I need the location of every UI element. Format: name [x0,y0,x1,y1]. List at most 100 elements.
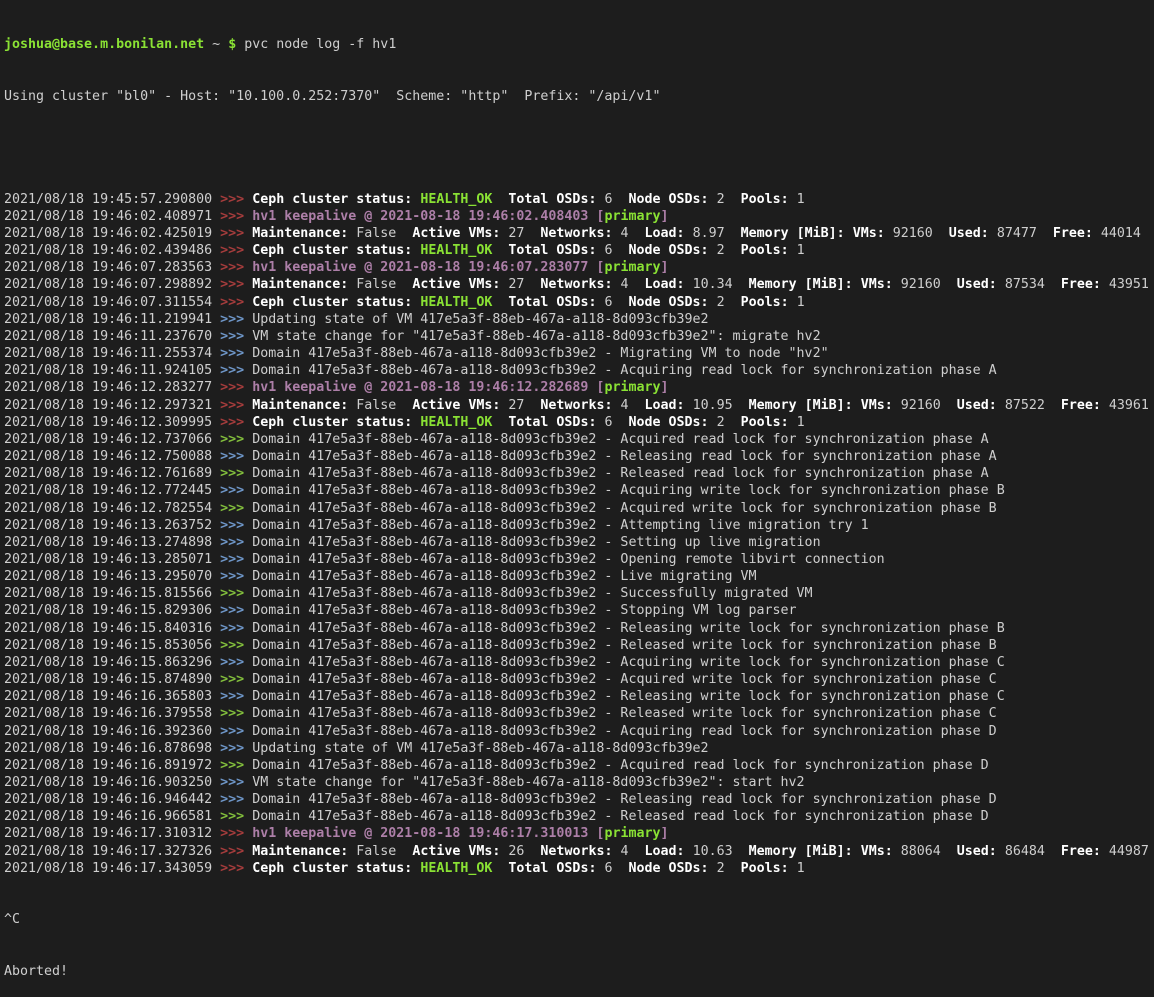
log-marker: >>> [220,741,252,756]
log-message: Domain 417e5a3f-88eb-467a-a118-8d093cfb3… [252,483,1005,498]
log-marker: >>> [220,586,252,601]
log-message: Domain 417e5a3f-88eb-467a-a118-8d093cfb3… [252,706,997,721]
log-marker: >>> [220,826,252,841]
log-line-event: 2021/08/18 19:46:16.966581 >>> Domain 41… [4,808,1154,825]
log-marker: >>> [220,226,252,241]
log-text: [ [596,826,604,841]
log-text: 88064 [901,844,957,859]
log-marker: >>> [220,603,252,618]
log-marker: >>> [220,209,252,224]
log-marker: >>> [220,277,252,292]
log-text: Load: [645,277,693,292]
log-text: VMs: [853,226,893,241]
command-text: pvc node log -f hv1 [244,37,396,52]
log-line-event: 2021/08/18 19:46:11.219941 >>> Updating … [4,311,1154,328]
log-text: Total OSDs: [508,192,604,207]
log-text: Load: [645,226,693,241]
log-message: Domain 417e5a3f-88eb-467a-a118-8d093cfb3… [252,432,989,447]
log-text: 87534 [1005,277,1061,292]
log-text: False [356,844,412,859]
log-timestamp: 2021/08/18 19:46:16.966581 [4,809,220,824]
log-line-status: 2021/08/18 19:46:12.297321 >>> Maintenan… [4,397,1154,414]
log-marker: >>> [220,260,252,275]
log-text: ] [660,380,668,395]
log-line-event: 2021/08/18 19:46:16.365803 >>> Domain 41… [4,688,1154,705]
prompt-user-host: joshua@base.m.bonilan.net [4,37,204,52]
log-timestamp: 2021/08/18 19:46:15.815566 [4,586,220,601]
log-text: 43951 [1109,277,1149,292]
log-marker: >>> [220,483,252,498]
log-text: Node OSDs: [629,295,717,310]
log-text: Free: [1061,398,1109,413]
log-text: 2 [717,415,741,430]
log-line-event: 2021/08/18 19:46:16.891972 >>> Domain 41… [4,757,1154,774]
log-text: Total OSDs: [508,415,604,430]
log-text: Node OSDs: [629,192,717,207]
log-marker: >>> [220,792,252,807]
log-line-event: 2021/08/18 19:46:13.285071 >>> Domain 41… [4,551,1154,568]
log-timestamp: 2021/08/18 19:46:15.874890 [4,672,220,687]
log-text: Used: [957,398,1005,413]
log-line-event: 2021/08/18 19:46:15.853056 >>> Domain 41… [4,637,1154,654]
log-message: Domain 417e5a3f-88eb-467a-a118-8d093cfb3… [252,449,997,464]
log-marker: >>> [220,449,252,464]
log-text: Networks: [540,277,620,292]
log-text: False [356,226,412,241]
log-message: Updating state of VM 417e5a3f-88eb-467a-… [252,741,708,756]
log-timestamp: 2021/08/18 19:46:11.219941 [4,312,220,327]
log-message: Domain 417e5a3f-88eb-467a-a118-8d093cfb3… [252,501,997,516]
log-text: Active VMs: [412,398,508,413]
log-timestamp: 2021/08/18 19:46:17.310312 [4,826,220,841]
log-line-event: 2021/08/18 19:46:12.772445 >>> Domain 41… [4,482,1154,499]
log-line-keepalive: 2021/08/18 19:46:07.283563 >>> hv1 keepa… [4,259,1154,276]
log-marker: >>> [220,380,252,395]
log-text: VMs: [861,277,901,292]
log-text: ] [660,826,668,841]
log-text: Ceph cluster status: [252,243,420,258]
log-timestamp: 2021/08/18 19:46:17.343059 [4,861,220,876]
log-timestamp: 2021/08/18 19:46:15.863296 [4,655,220,670]
log-timestamp: 2021/08/18 19:46:12.761689 [4,466,220,481]
log-text: 1 [797,415,805,430]
log-line-keepalive: 2021/08/18 19:46:02.408971 >>> hv1 keepa… [4,208,1154,225]
log-text: ] [660,209,668,224]
log-text [492,415,508,430]
health-status: HEALTH_OK [420,861,492,876]
spacer [220,37,228,52]
log-message: Domain 417e5a3f-88eb-467a-a118-8d093cfb3… [252,346,828,361]
log-text: Free: [1061,844,1109,859]
terminal[interactable]: joshua@base.m.bonilan.net ~ $ pvc node l… [0,0,1154,774]
log-text: 10.63 [693,844,749,859]
log-text: 27 [508,226,540,241]
keepalive-text: hv1 keepalive @ 2021-08-18 19:46:02.4084… [252,209,596,224]
log-message: Domain 417e5a3f-88eb-467a-a118-8d093cfb3… [252,758,989,773]
log-line-status: 2021/08/18 19:46:17.327326 >>> Maintenan… [4,843,1154,860]
node-role-tag: primary [604,260,660,275]
log-text: Active VMs: [412,277,508,292]
log-text: 92160 [893,226,949,241]
log-text: Ceph cluster status: [252,192,420,207]
log-text: Active VMs: [412,226,508,241]
log-text [492,295,508,310]
log-line-keepalive: 2021/08/18 19:46:12.283277 >>> hv1 keepa… [4,379,1154,396]
log-text: 6 [604,192,628,207]
log-marker: >>> [220,501,252,516]
log-line-event: 2021/08/18 19:46:12.782554 >>> Domain 41… [4,500,1154,517]
log-timestamp: 2021/08/18 19:46:15.840316 [4,621,220,636]
log-marker: >>> [220,861,252,876]
log-text: Networks: [540,226,620,241]
log-marker: >>> [220,466,252,481]
log-text: Networks: [540,844,620,859]
log-timestamp: 2021/08/18 19:46:16.392360 [4,724,220,739]
log-line-ceph: 2021/08/18 19:46:07.311554 >>> Ceph clus… [4,294,1154,311]
log-timestamp: 2021/08/18 19:46:15.853056 [4,638,220,653]
log-line-event: 2021/08/18 19:46:16.903250 >>> VM state … [4,774,1154,791]
interrupt-text: ^C [4,912,20,927]
log-message: VM state change for "417e5a3f-88eb-467a-… [252,329,820,344]
log-marker: >>> [220,655,252,670]
log-text: 44987 [1109,844,1149,859]
log-line-event: 2021/08/18 19:46:11.255374 >>> Domain 41… [4,345,1154,362]
log-marker: >>> [220,243,252,258]
log-text: ] [660,260,668,275]
log-marker: >>> [220,689,252,704]
